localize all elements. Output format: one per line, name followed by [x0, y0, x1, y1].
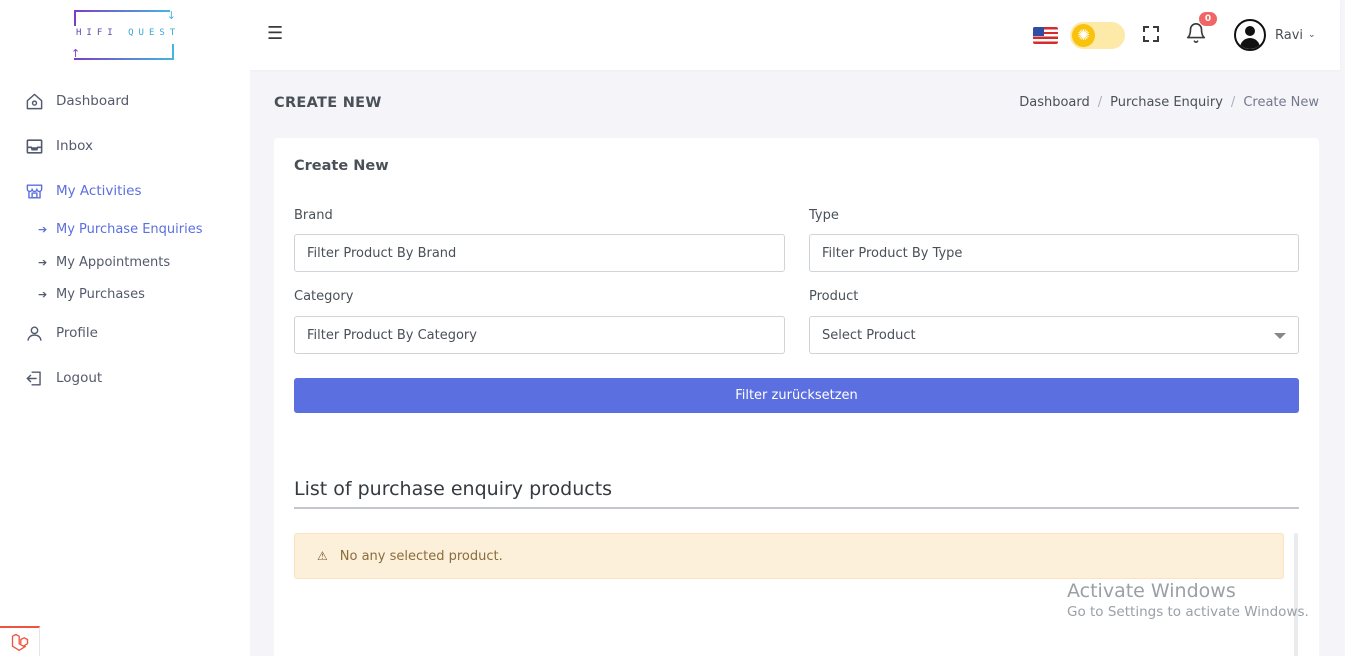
create-new-card: Create New Brand Filter Product By Brand… [274, 138, 1319, 656]
sidebar-item-dashboard[interactable]: Dashboard [24, 91, 129, 111]
breadcrumb-purchase-enquiry[interactable]: Purchase Enquiry [1110, 95, 1223, 110]
sun-icon: ✺ [1072, 24, 1095, 47]
home-icon [24, 91, 44, 111]
list-title: List of purchase enquiry products [294, 478, 613, 500]
top-navbar: ↓ ↑ HIFI QUEST ☰ ✺ 0 Ravi ⌄ [0, 0, 1340, 70]
brand-filter-input[interactable]: Filter Product By Brand [294, 234, 785, 272]
sidebar-item-label: My Activities [56, 183, 142, 199]
logo-text-quest: QUEST [128, 28, 181, 38]
inbox-icon [24, 136, 44, 156]
logout-icon [24, 368, 44, 388]
sidebar-item-profile[interactable]: Profile [24, 323, 98, 343]
product-label: Product [809, 289, 859, 304]
arrow-right-icon: ➔ [38, 288, 48, 301]
watermark-line2: Go to Settings to activate Windows. [1067, 604, 1309, 620]
category-label: Category [294, 289, 354, 304]
menu-toggle-icon[interactable]: ☰ [267, 24, 285, 44]
logo-area[interactable]: ↓ ↑ HIFI QUEST [0, 0, 250, 70]
sidebar-item-logout[interactable]: Logout [24, 368, 102, 388]
user-menu[interactable]: Ravi ⌄ [1234, 19, 1316, 51]
empty-alert: ⚠ No any selected product. [294, 533, 1284, 579]
card-title: Create New [294, 158, 389, 174]
sidebar-item-my-activities[interactable]: My Activities [24, 181, 142, 201]
page-title: CREATE NEW [274, 95, 382, 111]
dropdown-caret-icon [1274, 333, 1286, 339]
notification-badge: 0 [1199, 12, 1217, 26]
reset-filter-button[interactable]: Filter zurücksetzen [294, 378, 1299, 413]
sidebar-subitem-purchases[interactable]: ➔ My Purchases [38, 287, 145, 302]
sidebar-subitem-label: My Appointments [56, 255, 171, 270]
arrow-right-icon: ➔ [38, 256, 48, 269]
store-icon [24, 181, 44, 201]
sidebar-item-label: Logout [56, 370, 103, 386]
warning-icon: ⚠ [317, 549, 328, 563]
breadcrumb-dashboard[interactable]: Dashboard [1019, 95, 1090, 110]
sidebar-subitem-purchase-enquiries[interactable]: ➔ My Purchase Enquiries [38, 222, 203, 237]
type-label: Type [809, 208, 839, 223]
type-filter-input[interactable]: Filter Product By Type [809, 234, 1299, 272]
sidebar-subitem-label: My Purchase Enquiries [56, 222, 203, 237]
product-select[interactable]: Select Product [809, 316, 1299, 354]
chevron-down-icon: ⌄ [1308, 30, 1316, 40]
fullscreen-icon[interactable] [1141, 24, 1161, 44]
product-select-value: Select Product [822, 327, 916, 343]
sidebar-item-label: Profile [56, 325, 98, 341]
user-icon [24, 323, 44, 343]
sidebar-item-inbox[interactable]: Inbox [24, 136, 93, 156]
empty-message: No any selected product. [339, 548, 503, 564]
brand-label: Brand [294, 208, 333, 223]
arrow-right-icon: ➔ [38, 223, 48, 236]
theme-toggle[interactable]: ✺ [1070, 22, 1125, 49]
category-filter-input[interactable]: Filter Product By Category [294, 316, 785, 354]
user-name: Ravi [1275, 27, 1304, 43]
sidebar-subitem-appointments[interactable]: ➔ My Appointments [38, 255, 170, 270]
breadcrumb-current: Create New [1243, 95, 1319, 110]
sidebar-subitem-label: My Purchases [56, 287, 145, 302]
avatar [1234, 19, 1266, 51]
windows-activation-watermark: Activate Windows Go to Settings to activ… [1067, 580, 1309, 622]
watermark-line1: Activate Windows [1067, 580, 1236, 602]
laravel-debugbar-icon[interactable] [0, 626, 40, 656]
sidebar-item-label: Inbox [56, 138, 93, 154]
breadcrumb: Dashboard / Purchase Enquiry / Create Ne… [1019, 95, 1319, 110]
sidebar: Dashboard Inbox My Activities ➔ My Purch… [0, 70, 250, 656]
hifi-quest-logo[interactable]: ↓ ↑ HIFI QUEST [71, 10, 176, 60]
logo-text-hifi: HIFI [76, 28, 118, 38]
divider [294, 507, 1299, 509]
sidebar-item-label: Dashboard [56, 93, 130, 109]
us-flag-icon[interactable] [1033, 27, 1058, 44]
